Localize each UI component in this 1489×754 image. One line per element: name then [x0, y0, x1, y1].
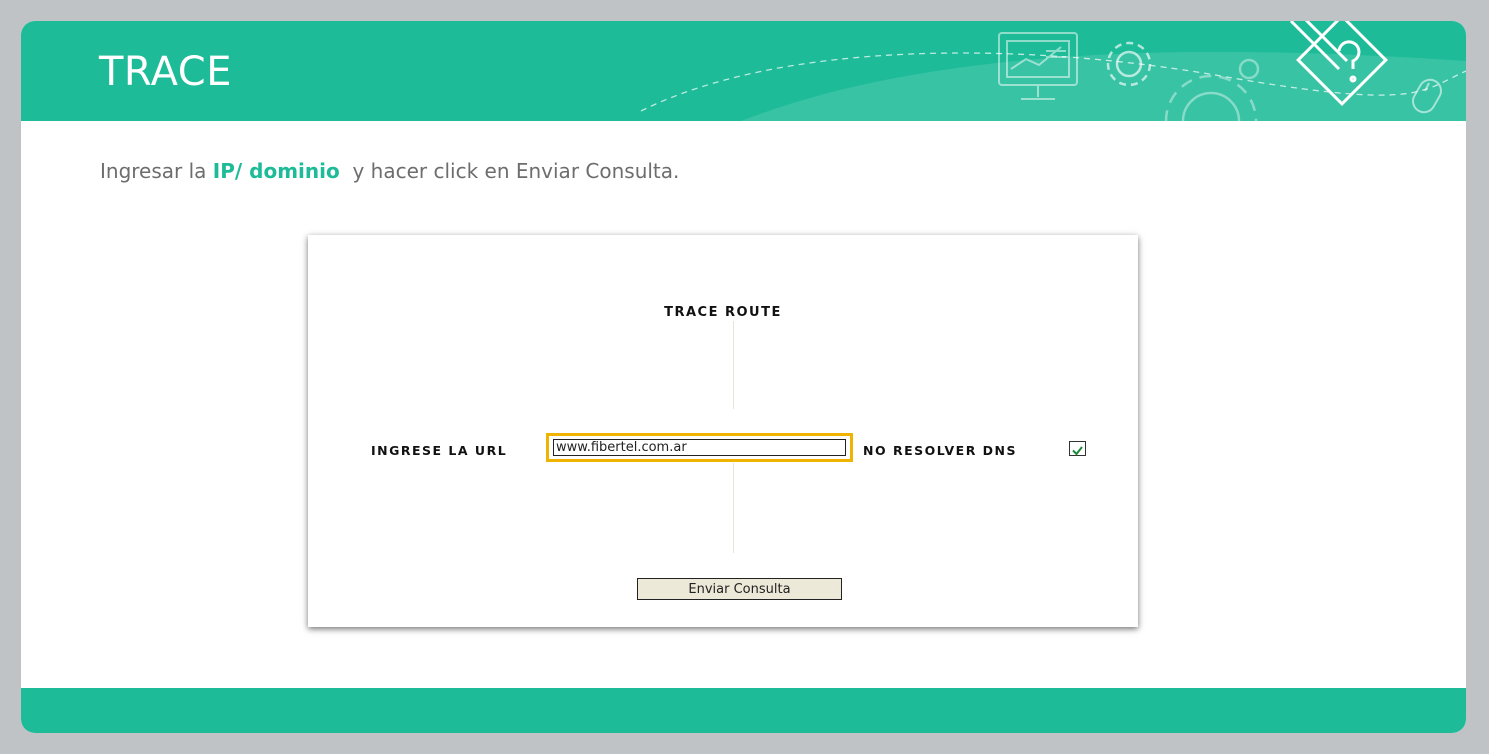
no-resolve-dns-checkbox[interactable] — [1069, 441, 1086, 456]
url-input[interactable] — [553, 439, 846, 456]
trace-route-screenshot: TRACE ROUTE INGRESE LA URL NO RESOLVER D… — [308, 235, 1138, 627]
no-resolve-dns-label: NO RESOLVER DNS — [863, 443, 1018, 458]
trace-route-heading: TRACE ROUTE — [664, 305, 782, 320]
instruction-highlight: IP/ dominio — [212, 159, 340, 183]
slide-header: TRACE — [21, 21, 1466, 121]
slide: TRACE Ingresar la IP/ dominio y hacer cl… — [21, 21, 1466, 733]
header-decoration — [640, 21, 1466, 121]
submit-query-button[interactable]: Enviar Consulta — [637, 578, 842, 600]
checkmark-icon — [1072, 446, 1083, 456]
divider-line-bottom — [733, 463, 734, 553]
instruction-before: Ingresar la — [100, 159, 213, 183]
instruction-text: Ingresar la IP/ dominio y hacer click en… — [100, 159, 679, 183]
instruction-after: y hacer click en Enviar Consulta. — [339, 159, 680, 183]
url-input-highlight — [546, 433, 853, 462]
url-label: INGRESE LA URL — [371, 443, 508, 458]
divider-line-top — [733, 321, 734, 409]
slide-footer — [21, 688, 1466, 733]
